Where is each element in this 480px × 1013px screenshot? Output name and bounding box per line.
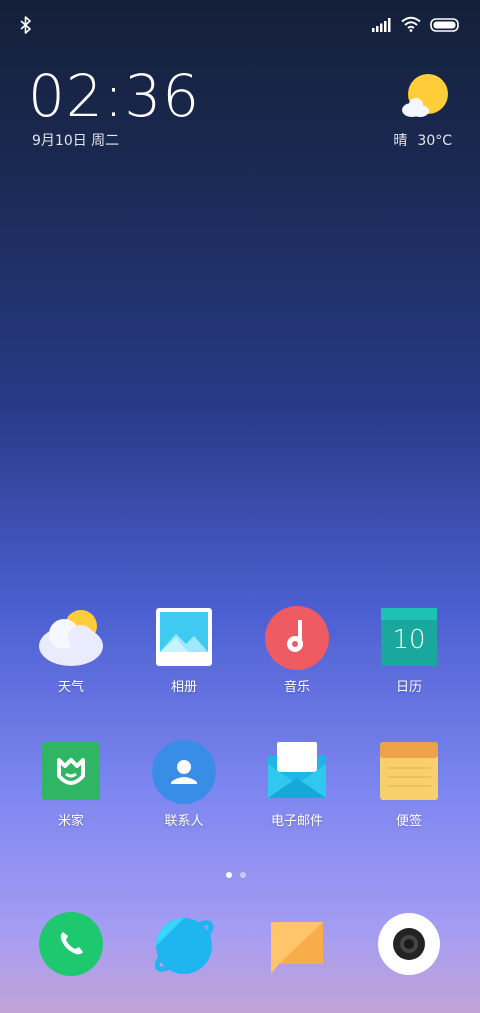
messages-icon[interactable]	[265, 912, 329, 976]
app-gallery[interactable]: 相册	[134, 606, 234, 702]
app-label: 米家	[57, 814, 84, 829]
app-music[interactable]: 音乐	[247, 606, 347, 702]
dock	[0, 912, 480, 984]
app-notes[interactable]: 便签	[359, 740, 459, 836]
contacts-icon	[152, 740, 216, 804]
app-row-2: 米家 联系人 电子邮件 便签	[0, 740, 480, 840]
page-dot-active[interactable]	[226, 872, 232, 878]
calendar-day: 10	[392, 625, 425, 655]
music-icon	[265, 606, 329, 670]
bluetooth-icon	[20, 16, 32, 38]
app-label: 音乐	[283, 680, 310, 695]
notes-icon	[377, 740, 441, 804]
cellular-signal-icon	[372, 17, 392, 36]
browser-icon[interactable]	[152, 912, 216, 976]
battery-icon	[430, 17, 460, 36]
weather-widget[interactable]: 晴 30°C	[362, 70, 452, 154]
app-label: 日历	[395, 680, 422, 695]
clock-date[interactable]: 9月10日 周二	[32, 130, 119, 150]
page-dot[interactable]	[240, 872, 246, 878]
app-label: 相册	[170, 680, 197, 695]
app-label: 便签	[395, 814, 422, 829]
app-contacts[interactable]: 联系人	[134, 740, 234, 836]
clock-time[interactable]: 02:36	[28, 62, 200, 130]
camera-icon[interactable]	[377, 912, 441, 976]
status-bar	[0, 0, 480, 52]
sunny-weather-icon	[398, 72, 452, 130]
app-label: 天气	[57, 680, 84, 695]
phone-icon[interactable]	[39, 912, 103, 976]
app-row-1: 天气 相册 音乐 10 日历	[0, 606, 480, 706]
app-calendar[interactable]: 10 日历	[359, 606, 459, 702]
wifi-icon	[401, 16, 421, 36]
app-label: 联系人	[164, 814, 204, 829]
app-label: 电子邮件	[270, 814, 323, 829]
app-email[interactable]: 电子邮件	[247, 740, 347, 836]
email-icon	[265, 740, 329, 804]
calendar-icon: 10	[377, 606, 441, 670]
page-indicator	[226, 872, 246, 878]
weather-icon	[39, 606, 103, 670]
app-weather[interactable]: 天气	[21, 606, 121, 702]
gallery-icon	[152, 606, 216, 670]
app-mijia[interactable]: 米家	[21, 740, 121, 836]
mijia-icon	[39, 740, 103, 804]
weather-temperature: 30°C	[417, 133, 452, 149]
weather-condition: 晴	[393, 133, 408, 149]
